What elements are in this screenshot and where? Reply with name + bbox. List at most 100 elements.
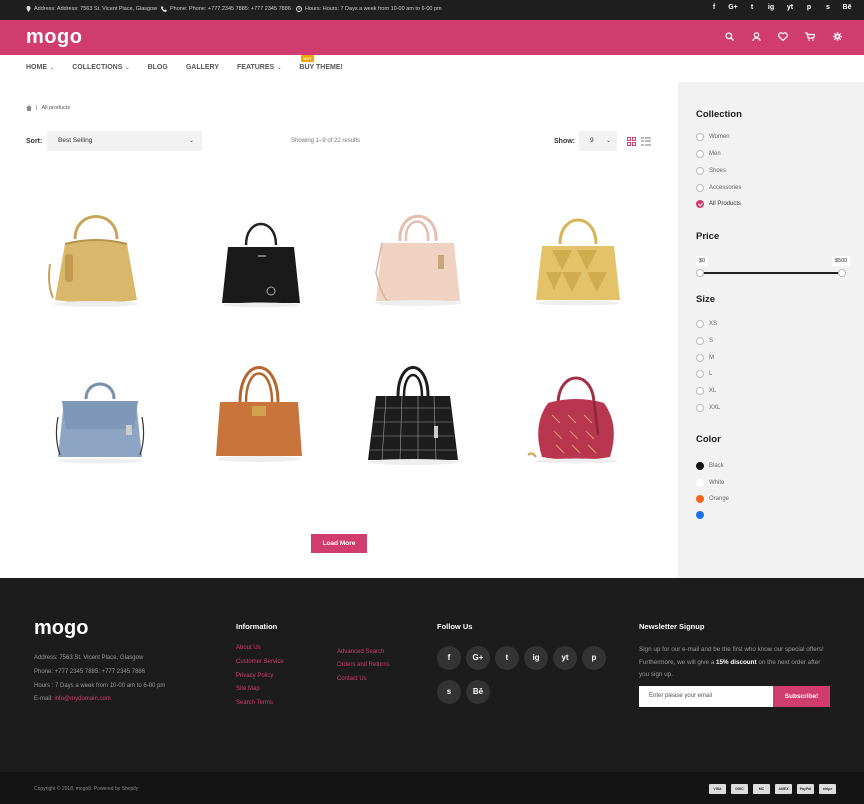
price-slider-min-handle[interactable] bbox=[696, 269, 704, 277]
facebook-icon[interactable]: f bbox=[437, 646, 461, 670]
link-privacy-policy[interactable]: Privacy Policy bbox=[236, 673, 273, 679]
radio-icon bbox=[696, 404, 704, 412]
checked-icon bbox=[696, 200, 704, 208]
product-gold-tote[interactable] bbox=[45, 204, 147, 308]
skype-icon[interactable]: s bbox=[437, 680, 461, 704]
heart-icon[interactable] bbox=[778, 32, 788, 44]
price-min: $0 bbox=[696, 256, 709, 266]
list-view-icon[interactable] bbox=[641, 137, 651, 146]
link-customer-service[interactable]: Customer Service bbox=[236, 659, 284, 665]
grid-view-icon[interactable] bbox=[627, 137, 636, 146]
filter-color-black[interactable]: Black bbox=[696, 462, 724, 470]
nav-buy-theme[interactable]: HOT BUY THEME! bbox=[299, 55, 343, 71]
site-logo[interactable]: mogo bbox=[26, 26, 82, 49]
sort-label: Sort: bbox=[26, 138, 43, 145]
filter-color-white[interactable]: White bbox=[696, 479, 724, 487]
newsletter-email-input[interactable]: Enter please your email bbox=[639, 686, 773, 707]
header-actions bbox=[724, 32, 842, 44]
nav-blog[interactable]: BLOG bbox=[148, 64, 168, 71]
product-blue-satchel[interactable] bbox=[54, 377, 146, 465]
link-advanced-search[interactable]: Advanced Search bbox=[337, 649, 384, 655]
home-icon[interactable] bbox=[26, 105, 32, 111]
product-orange-tote[interactable] bbox=[212, 354, 306, 464]
footer-logo[interactable]: mogo bbox=[34, 617, 88, 640]
search-icon[interactable] bbox=[724, 32, 734, 44]
subscribe-button[interactable]: Subscribe! bbox=[773, 686, 830, 707]
filter-color-orange[interactable]: Orange bbox=[696, 495, 729, 503]
filter-size-l[interactable]: L bbox=[696, 370, 712, 378]
pinterest-icon[interactable]: p bbox=[582, 646, 606, 670]
radio-icon bbox=[696, 370, 704, 378]
youtube-icon[interactable]: yt bbox=[553, 646, 577, 670]
product-black-tote[interactable] bbox=[218, 215, 304, 309]
instagram-icon[interactable]: ig bbox=[766, 4, 776, 11]
link-orders-returns[interactable]: Orders and Returns bbox=[337, 662, 390, 668]
info-title: Information bbox=[236, 622, 278, 631]
behance-icon[interactable]: Bē bbox=[466, 680, 490, 704]
link-site-map[interactable]: Site Map bbox=[236, 686, 260, 692]
hours-info: Hours: Hours: 7 Days a week from 10-00 a… bbox=[296, 6, 442, 12]
gear-icon[interactable] bbox=[832, 32, 842, 44]
behance-icon[interactable]: Bē bbox=[842, 4, 852, 11]
chevron-down-icon: ⌄ bbox=[277, 65, 282, 71]
newsletter-title: Newsletter Signup bbox=[639, 622, 705, 631]
twitter-icon[interactable]: t bbox=[747, 4, 757, 11]
filter-collection-accessories[interactable]: Accessories bbox=[696, 184, 741, 192]
instagram-icon[interactable]: ig bbox=[524, 646, 548, 670]
google-plus-icon[interactable]: G+ bbox=[466, 646, 490, 670]
filter-collection-shoes[interactable]: Shoes bbox=[696, 167, 726, 175]
pinterest-icon[interactable]: p bbox=[804, 4, 814, 11]
address-text: Address: Address: 7563 St. Vicent Place,… bbox=[34, 6, 158, 12]
per-page-select[interactable]: 9 ⌄ bbox=[579, 131, 617, 151]
footer-email-link[interactable]: info@mydomain.com bbox=[54, 696, 110, 702]
amex-icon: AMEX bbox=[775, 784, 792, 794]
filter-color-blue[interactable] bbox=[696, 511, 704, 519]
skype-icon[interactable]: s bbox=[823, 4, 833, 11]
facebook-icon[interactable]: f bbox=[709, 4, 719, 11]
phone-icon bbox=[161, 6, 167, 12]
chevron-down-icon: ⌄ bbox=[188, 138, 194, 144]
clock-icon bbox=[296, 6, 302, 12]
nav-features[interactable]: FEATURES ⌄ bbox=[237, 64, 281, 71]
cart-icon[interactable] bbox=[805, 32, 816, 44]
footer-hours: Hours : 7 Days a week from 10-00 am to 6… bbox=[34, 683, 166, 689]
price-slider-max-handle[interactable] bbox=[838, 269, 846, 277]
filter-collection-all-products[interactable]: All Products bbox=[696, 200, 741, 208]
filter-size-xxl[interactable]: XXL bbox=[696, 404, 720, 412]
discover-icon: DISC bbox=[731, 784, 748, 794]
sort-select[interactable]: Best Selling ⌄ bbox=[47, 131, 202, 151]
youtube-icon[interactable]: yt bbox=[785, 4, 795, 11]
nav-home[interactable]: HOME ⌄ bbox=[26, 64, 54, 71]
user-icon[interactable] bbox=[751, 32, 761, 44]
load-more-button[interactable]: Load More bbox=[311, 534, 367, 553]
nav-gallery[interactable]: GALLERY bbox=[186, 64, 219, 71]
radio-icon bbox=[696, 387, 704, 395]
filter-size-xl[interactable]: XL bbox=[696, 387, 716, 395]
price-max: $500 bbox=[832, 256, 851, 266]
google-plus-icon[interactable]: G+ bbox=[728, 4, 738, 11]
nav-collections[interactable]: COLLECTIONS ⌄ bbox=[72, 64, 129, 71]
footer-email-line: E-mail: info@mydomain.com bbox=[34, 696, 111, 702]
color-swatch bbox=[696, 511, 704, 519]
filter-size-s[interactable]: S bbox=[696, 337, 713, 345]
breadcrumb: | All products bbox=[26, 105, 70, 111]
main-nav: HOME ⌄ COLLECTIONS ⌄ BLOG GALLERY FEATURES… bbox=[26, 55, 361, 71]
product-black-pattern-tote[interactable] bbox=[362, 356, 464, 466]
filter-collection-men[interactable]: Men bbox=[696, 150, 721, 158]
footer-address: Address: 7563 St. Vicent Place, Glasgow bbox=[34, 655, 144, 661]
twitter-icon[interactable]: t bbox=[495, 646, 519, 670]
filter-size-xs[interactable]: XS bbox=[696, 320, 717, 328]
filter-sidebar: Collection Women Men Shoes Accessories A… bbox=[678, 82, 864, 578]
product-gold-pattern-tote[interactable] bbox=[532, 210, 624, 308]
link-about-us[interactable]: About Us bbox=[236, 645, 261, 651]
filter-size-m[interactable]: M bbox=[696, 354, 714, 362]
chevron-down-icon: ⌄ bbox=[50, 65, 55, 71]
filter-collection-women[interactable]: Women bbox=[696, 133, 730, 141]
product-red-hobo[interactable] bbox=[524, 365, 628, 465]
link-contact-us[interactable]: Contact Us bbox=[337, 676, 367, 682]
link-search-terms[interactable]: Search Terms bbox=[236, 700, 273, 706]
radio-icon bbox=[696, 133, 704, 141]
price-title: Price bbox=[696, 231, 720, 242]
product-blush-satchel[interactable] bbox=[368, 203, 468, 307]
copyright: Copyright © 2018, mogo8. Powered by Shop… bbox=[34, 786, 139, 792]
